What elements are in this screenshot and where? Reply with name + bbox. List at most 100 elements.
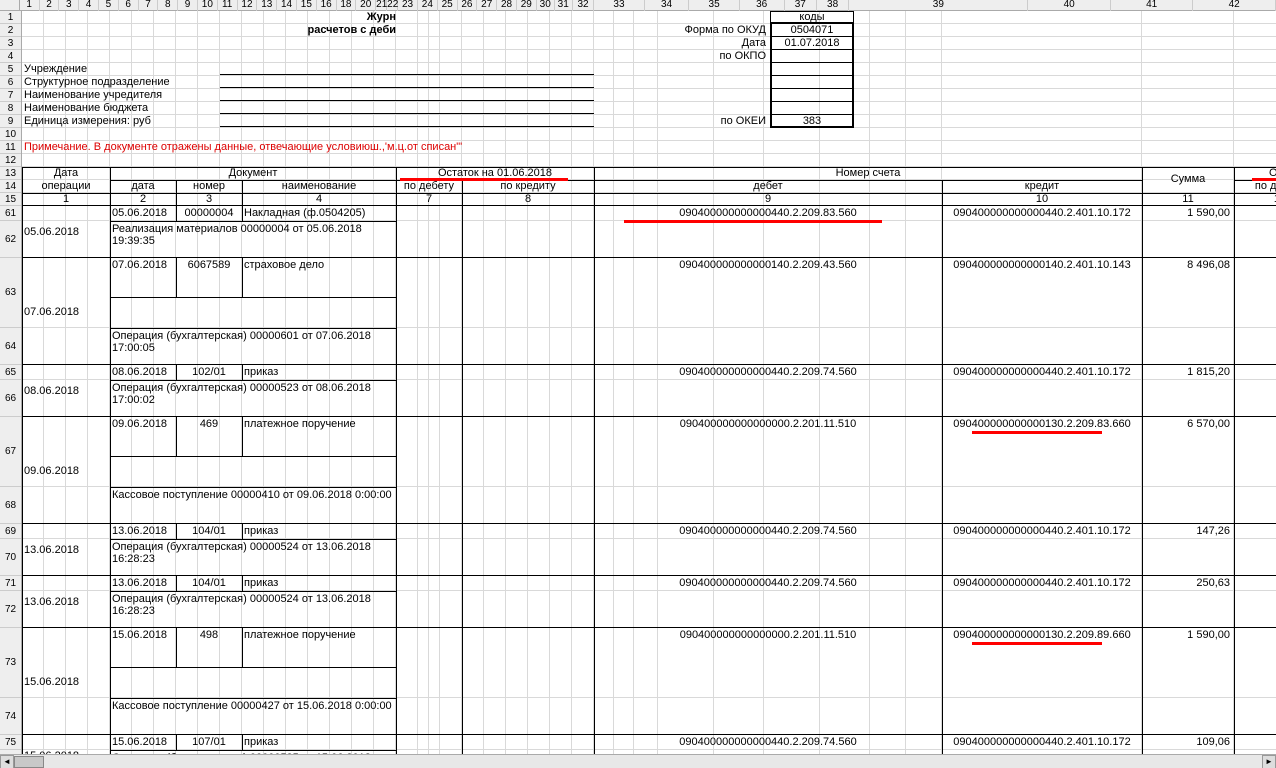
cell-doc-name: приказ [244, 736, 278, 748]
col-header-cell[interactable]: 8 [158, 0, 178, 11]
row-header-cell[interactable]: 67 [0, 417, 21, 487]
col-header-cell[interactable]: 33 [594, 0, 644, 11]
col-header-cell[interactable]: 22 [387, 0, 398, 11]
cell-doc-date: 13.06.2018 [112, 577, 167, 589]
row-header-cell[interactable]: 12 [0, 154, 21, 167]
col-header-cell[interactable]: 13 [257, 0, 277, 11]
col-header-cell[interactable]: 25 [438, 0, 458, 11]
row-header-cell[interactable]: 68 [0, 487, 21, 524]
row-header-cell[interactable]: 73 [0, 628, 21, 698]
col-header-cell[interactable]: 15 [297, 0, 317, 11]
col-header-cell[interactable]: 23 [398, 0, 418, 11]
col-header-cell[interactable]: 1 [20, 0, 40, 11]
col-header-cell[interactable]: 9 [178, 0, 198, 11]
row-header-cell[interactable]: 72 [0, 591, 21, 628]
highlight-underline [400, 178, 568, 181]
col-header-cell[interactable]: 30 [537, 0, 555, 11]
row-header-cell[interactable]: 63 [0, 258, 21, 328]
cell-op-date: 15.06.2018 [24, 676, 108, 688]
row-header-cell[interactable]: 64 [0, 328, 21, 365]
row-header-cell[interactable]: 7 [0, 89, 21, 102]
col-header-cell[interactable]: 35 [689, 0, 739, 11]
row-header-cell[interactable]: 70 [0, 539, 21, 576]
th-doc-num: номер [176, 180, 242, 192]
col-header-cell[interactable]: 3 [59, 0, 79, 11]
cell-debet: 090400000000000440.2.209.74.560 [594, 577, 942, 589]
col-header-cell[interactable]: 2 [40, 0, 60, 11]
row-header-cell[interactable]: 3 [0, 37, 21, 50]
cell-debet: 090400000000000140.2.209.43.560 [594, 259, 942, 271]
col-header-cell[interactable]: 7 [139, 0, 159, 11]
col-header-cell[interactable]: 5 [99, 0, 119, 11]
row-header-cell[interactable]: 66 [0, 380, 21, 417]
scroll-thumb[interactable] [14, 756, 44, 768]
th-nomer-scheta: Номер счета [594, 167, 1142, 179]
col-header-cell[interactable]: 14 [277, 0, 297, 11]
scroll-left-button[interactable]: ◄ [0, 755, 14, 768]
row-header-cell[interactable]: 1 [0, 11, 21, 24]
cell-op-text: Операция (бухгалтерская) 00000524 от 13.… [112, 593, 394, 617]
row-header-cell[interactable]: 13 [0, 167, 21, 180]
col-header-cell[interactable]: 21 [376, 0, 387, 11]
col-header-cell[interactable]: 4 [79, 0, 99, 11]
col-header-cell[interactable]: 28 [497, 0, 517, 11]
col-header-cell[interactable]: 18 [337, 0, 357, 11]
row-header-cell[interactable]: 2 [0, 24, 21, 37]
col-header-cell[interactable]: 24 [418, 0, 438, 11]
cell-sum: 6 570,00 [1142, 418, 1230, 430]
col-header-cell[interactable]: 12 [238, 0, 258, 11]
col-header-cell[interactable]: 27 [477, 0, 497, 11]
row-header-cell[interactable]: 8 [0, 102, 21, 115]
row-header-cell[interactable]: 75 [0, 735, 21, 750]
th-colnum: 1 [22, 193, 110, 205]
col-header-cell[interactable]: 10 [198, 0, 218, 11]
col-header-cell[interactable]: 32 [573, 0, 595, 11]
col-header-cell[interactable]: 20 [356, 0, 376, 11]
row-header-cell[interactable]: 6 [0, 76, 21, 89]
col-header-cell[interactable]: 37 [785, 0, 817, 11]
col-header-cell[interactable]: 40 [1028, 0, 1110, 11]
col-header-cell[interactable]: 39 [849, 0, 1028, 11]
highlight-underline [972, 642, 1102, 645]
row-header-cell[interactable]: 69 [0, 524, 21, 539]
col-header-cell[interactable]: 16 [317, 0, 337, 11]
row-header-cell[interactable]: 9 [0, 115, 21, 128]
col-header-cell[interactable]: 41 [1111, 0, 1193, 11]
row-header-cell[interactable]: 62 [0, 221, 21, 258]
th-debet: дебет [594, 180, 942, 192]
cell-sum: 8 496,08 [1142, 259, 1230, 271]
cell-debet: 090400000000000440.2.209.74.560 [594, 736, 942, 748]
row-header-cell[interactable]: 61 [0, 206, 21, 221]
cell-kredit: 090400000000000140.2.401.10.143 [942, 259, 1142, 271]
cell-doc-num: 6067589 [176, 259, 242, 271]
row-header-cell[interactable]: 4 [0, 50, 21, 63]
col-header-cell[interactable]: 29 [517, 0, 537, 11]
cell-sum: 147,26 [1142, 525, 1230, 537]
scroll-right-button[interactable]: ► [1262, 755, 1276, 768]
cell-doc-name: платежное поручение [244, 418, 356, 430]
col-header-cell[interactable]: 34 [645, 0, 690, 11]
col-header-cell[interactable]: 31 [555, 0, 573, 11]
row-header-cell[interactable]: 71 [0, 576, 21, 591]
col-header-cell[interactable]: 42 [1193, 0, 1275, 11]
row-header-cell[interactable]: 65 [0, 365, 21, 380]
cell-doc-date: 07.06.2018 [112, 259, 167, 271]
row-headers: 1234567891011121314156162636465666768697… [0, 11, 22, 768]
col-header-cell[interactable]: 38 [817, 0, 849, 11]
col-header-cell[interactable]: 6 [119, 0, 139, 11]
cell-doc-name: страховое дело [244, 259, 324, 271]
row-header-cell[interactable]: 15 [0, 193, 21, 206]
row-header-cell[interactable]: 5 [0, 63, 21, 76]
cell-doc-num: 107/01 [176, 736, 242, 748]
cells-area[interactable]: Журнрасчетов с дебиУчреждениеСтруктурное… [22, 11, 1276, 754]
row-header-cell[interactable]: 11 [0, 141, 21, 154]
row-header-cell[interactable]: 10 [0, 128, 21, 141]
col-header-cell[interactable]: 36 [740, 0, 785, 11]
row-header-cell[interactable]: 14 [0, 180, 21, 193]
horizontal-scrollbar[interactable]: ◄ ► [0, 754, 1276, 768]
col-header-cell[interactable]: 26 [458, 0, 478, 11]
scroll-track[interactable] [14, 755, 1262, 768]
row-header-cell[interactable]: 74 [0, 698, 21, 735]
col-header-cell[interactable]: 11 [218, 0, 238, 11]
code-label: по ОКЕИ [660, 115, 766, 127]
